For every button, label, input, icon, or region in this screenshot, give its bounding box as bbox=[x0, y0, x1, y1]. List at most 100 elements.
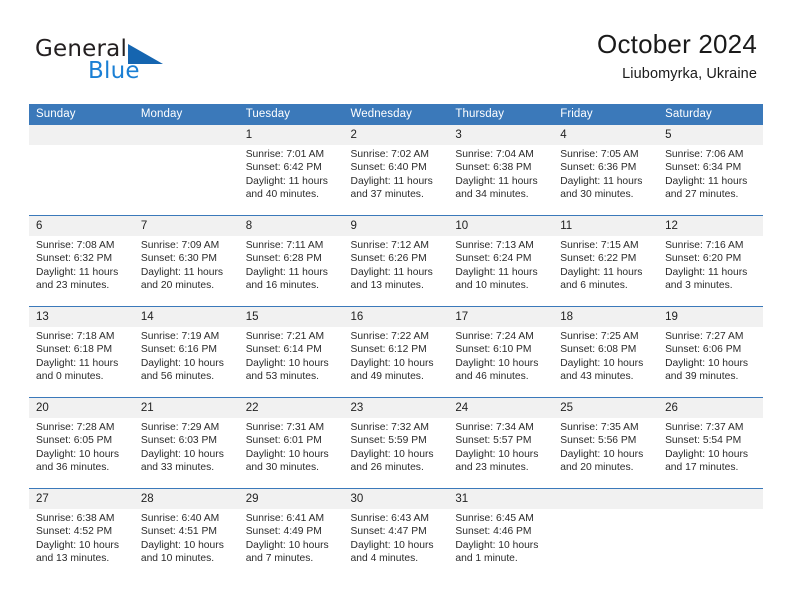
day-detail-line: and 6 minutes. bbox=[560, 280, 628, 292]
calendar-day-cell[interactable]: 2 Sunrise: 7:02 AM Sunset: 6:40 PM Daylight… bbox=[343, 124, 449, 216]
day-details: Sunrise: 7:19 AM Sunset: 6:16 PM Daylight:… bbox=[134, 327, 239, 384]
day-detail-line: Sunset: 6:10 PM bbox=[455, 344, 532, 356]
day-detail-line: Sunrise: 7:09 AM bbox=[140, 240, 220, 251]
calendar-day-cell[interactable]: 16 Sunrise: 7:22 AM Sunset: 6:12 PM Dayligh… bbox=[343, 306, 449, 398]
day-detail-line: Daylight: 11 hours bbox=[350, 266, 433, 278]
calendar-day-cell[interactable]: 9 Sunrise: 7:12 AM Sunset: 6:26 PM Daylight… bbox=[343, 215, 449, 307]
day-details: Sunrise: 7:12 AM Sunset: 6:26 PM Daylight:… bbox=[344, 236, 449, 293]
day-detail-line: Sunset: 5:57 PM bbox=[455, 435, 532, 447]
calendar-day-cell[interactable]: 21 Sunrise: 7:29 AM Sunset: 6:03 PM Dayligh… bbox=[133, 397, 239, 489]
calendar-day-cell[interactable]: 4 Sunrise: 7:05 AM Sunset: 6:36 PM Daylight… bbox=[553, 124, 659, 216]
day-detail-line: Sunset: 5:54 PM bbox=[665, 435, 742, 447]
calendar-day-cell[interactable]: 12 Sunrise: 7:16 AM Sunset: 6:20 PM Dayligh… bbox=[658, 215, 763, 307]
calendar-day-cell[interactable]: 15 Sunrise: 7:21 AM Sunset: 6:14 PM Dayligh… bbox=[238, 306, 344, 398]
day-detail-line: and 10 minutes. bbox=[140, 553, 215, 565]
day-detail-line: Daylight: 11 hours bbox=[36, 357, 119, 369]
day-detail-line: and 30 minutes. bbox=[560, 189, 634, 201]
day-detail-line: Sunset: 6:40 PM bbox=[350, 162, 427, 174]
calendar-page: General Blue October 2024 Liubomyrka, Uk… bbox=[0, 0, 792, 612]
day-details: Sunrise: 7:04 AM Sunset: 6:38 PM Daylight:… bbox=[448, 145, 553, 202]
day-number: 12 bbox=[658, 216, 763, 236]
day-number: 17 bbox=[448, 307, 554, 327]
day-detail-line: Daylight: 10 hours bbox=[455, 357, 539, 369]
calendar-day-cell[interactable]: 31 Sunrise: 6:45 AM Sunset: 4:46 PM Dayligh… bbox=[448, 488, 554, 579]
day-detail-line: Daylight: 11 hours bbox=[455, 266, 538, 278]
calendar-day-cell[interactable]: 8 Sunrise: 7:11 AM Sunset: 6:28 PM Daylight… bbox=[238, 215, 344, 307]
day-detail-line: Sunset: 4:51 PM bbox=[140, 526, 217, 538]
calendar-day-cell[interactable]: 27 Sunrise: 6:38 AM Sunset: 4:52 PM Dayligh… bbox=[29, 488, 134, 579]
day-details: Sunrise: 6:38 AM Sunset: 4:52 PM Daylight:… bbox=[29, 509, 134, 566]
day-details: Sunrise: 7:01 AM Sunset: 6:42 PM Daylight:… bbox=[239, 145, 344, 202]
calendar-week-row: 6 Sunrise: 7:08 AM Sunset: 6:32 PM Daylight… bbox=[29, 215, 763, 307]
calendar-day-cell[interactable]: 24 Sunrise: 7:34 AM Sunset: 5:57 PM Dayligh… bbox=[448, 397, 554, 489]
day-detail-line: Daylight: 11 hours bbox=[665, 175, 748, 187]
day-details: Sunrise: 7:02 AM Sunset: 6:40 PM Daylight:… bbox=[344, 145, 449, 202]
calendar-day-cell[interactable]: 18 Sunrise: 7:25 AM Sunset: 6:08 PM Dayligh… bbox=[553, 306, 659, 398]
page-title: October 2024 bbox=[597, 29, 757, 59]
calendar-week-row: 27 Sunrise: 6:38 AM Sunset: 4:52 PM Dayligh… bbox=[29, 488, 763, 579]
day-detail-line: Daylight: 10 hours bbox=[245, 539, 329, 551]
day-detail-line: Sunrise: 6:38 AM bbox=[36, 513, 115, 524]
calendar-day-cell[interactable]: 29 Sunrise: 6:41 AM Sunset: 4:49 PM Dayligh… bbox=[238, 488, 344, 579]
day-number: 10 bbox=[448, 216, 554, 236]
day-detail-line: and 13 minutes. bbox=[36, 553, 110, 565]
calendar-day-cell[interactable]: 19 Sunrise: 7:27 AM Sunset: 6:06 PM Dayligh… bbox=[658, 306, 763, 398]
day-details: Sunrise: 7:18 AM Sunset: 6:18 PM Daylight:… bbox=[29, 327, 134, 384]
day-detail-line: Sunset: 6:34 PM bbox=[665, 162, 742, 174]
day-detail-line: and 1 minute. bbox=[455, 553, 518, 565]
day-detail-line: and 3 minutes. bbox=[665, 280, 733, 292]
calendar-day-cell[interactable]: 22 Sunrise: 7:31 AM Sunset: 6:01 PM Dayligh… bbox=[238, 397, 344, 489]
calendar-day-cell[interactable]: 11 Sunrise: 7:15 AM Sunset: 6:22 PM Dayligh… bbox=[553, 215, 659, 307]
calendar-day-cell[interactable]: 14 Sunrise: 7:19 AM Sunset: 6:16 PM Dayligh… bbox=[133, 306, 239, 398]
day-detail-line: Sunset: 6:03 PM bbox=[140, 435, 217, 447]
calendar-day-cell[interactable]: 6 Sunrise: 7:08 AM Sunset: 6:32 PM Daylight… bbox=[29, 215, 134, 307]
calendar-grid: Sunday Monday Tuesday Wednesday Thursday… bbox=[29, 104, 763, 579]
day-detail-line: Sunset: 6:36 PM bbox=[560, 162, 637, 174]
day-detail-line: Sunset: 6:16 PM bbox=[140, 344, 217, 356]
calendar-day-cell[interactable]: 7 Sunrise: 7:09 AM Sunset: 6:30 PM Daylight… bbox=[133, 215, 239, 307]
day-detail-line: Daylight: 10 hours bbox=[350, 357, 434, 369]
day-detail-line: and 39 minutes. bbox=[665, 371, 739, 383]
day-detail-line: Sunrise: 7:19 AM bbox=[140, 331, 220, 342]
calendar-day-cell[interactable]: 28 Sunrise: 6:40 AM Sunset: 4:51 PM Dayligh… bbox=[133, 488, 239, 579]
day-number: 29 bbox=[238, 489, 344, 509]
day-details: Sunrise: 7:28 AM Sunset: 6:05 PM Daylight:… bbox=[29, 418, 134, 475]
calendar-day-cell[interactable]: 23 Sunrise: 7:32 AM Sunset: 5:59 PM Dayligh… bbox=[343, 397, 449, 489]
day-detail-line: Sunrise: 6:41 AM bbox=[245, 513, 325, 524]
day-detail-line: Sunset: 6:30 PM bbox=[140, 253, 217, 265]
day-detail-line: and 33 minutes. bbox=[140, 462, 215, 474]
day-detail-line: Daylight: 10 hours bbox=[36, 448, 119, 460]
day-number: 4 bbox=[553, 125, 659, 145]
weekday-header-wednesday: Wednesday bbox=[343, 104, 449, 125]
day-number: 16 bbox=[343, 307, 449, 327]
day-detail-line: Sunrise: 7:35 AM bbox=[560, 422, 639, 433]
day-detail-line: Sunrise: 6:45 AM bbox=[455, 513, 534, 524]
calendar-day-cell[interactable]: 13 Sunrise: 7:18 AM Sunset: 6:18 PM Dayligh… bbox=[29, 306, 134, 398]
day-detail-line: Sunrise: 6:43 AM bbox=[350, 513, 429, 524]
day-detail-line: Daylight: 10 hours bbox=[665, 448, 749, 460]
calendar-day-cell[interactable]: 26 Sunrise: 7:37 AM Sunset: 5:54 PM Dayligh… bbox=[658, 397, 763, 489]
calendar-day-cell[interactable]: 30 Sunrise: 6:43 AM Sunset: 4:47 PM Dayligh… bbox=[343, 488, 449, 579]
day-detail-line: and 40 minutes. bbox=[245, 189, 319, 201]
day-details: Sunrise: 7:16 AM Sunset: 6:20 PM Daylight:… bbox=[658, 236, 763, 293]
calendar-day-cell[interactable]: 17 Sunrise: 7:24 AM Sunset: 6:10 PM Dayligh… bbox=[448, 306, 554, 398]
day-number: 30 bbox=[343, 489, 449, 509]
day-number: 19 bbox=[658, 307, 763, 327]
day-details: Sunrise: 7:11 AM Sunset: 6:28 PM Daylight:… bbox=[239, 236, 344, 293]
day-detail-line: Sunrise: 7:06 AM bbox=[665, 149, 744, 160]
title-block: October 2024 Liubomyrka, Ukraine bbox=[597, 29, 757, 82]
day-details: Sunrise: 7:06 AM Sunset: 6:34 PM Daylight:… bbox=[658, 145, 763, 202]
day-detail-line: and 23 minutes. bbox=[36, 280, 110, 292]
day-detail-line: Sunset: 6:14 PM bbox=[245, 344, 322, 356]
generalblue-logo[interactable]: General Blue bbox=[35, 36, 215, 88]
day-detail-line: Sunset: 6:42 PM bbox=[245, 162, 322, 174]
calendar-day-cell[interactable]: 20 Sunrise: 7:28 AM Sunset: 6:05 PM Dayligh… bbox=[29, 397, 134, 489]
day-detail-line: Daylight: 11 hours bbox=[350, 175, 433, 187]
calendar-day-cell[interactable]: 25 Sunrise: 7:35 AM Sunset: 5:56 PM Dayligh… bbox=[553, 397, 659, 489]
calendar-day-cell[interactable]: 1 Sunrise: 7:01 AM Sunset: 6:42 PM Daylight… bbox=[238, 124, 344, 216]
calendar-day-cell[interactable]: 3 Sunrise: 7:04 AM Sunset: 6:38 PM Daylight… bbox=[448, 124, 554, 216]
day-detail-line: Sunrise: 7:08 AM bbox=[36, 240, 115, 251]
calendar-day-cell[interactable]: 5 Sunrise: 7:06 AM Sunset: 6:34 PM Daylight… bbox=[658, 124, 763, 216]
calendar-day-cell[interactable]: 10 Sunrise: 7:13 AM Sunset: 6:24 PM Dayligh… bbox=[448, 215, 554, 307]
day-detail-line: Daylight: 10 hours bbox=[455, 448, 539, 460]
